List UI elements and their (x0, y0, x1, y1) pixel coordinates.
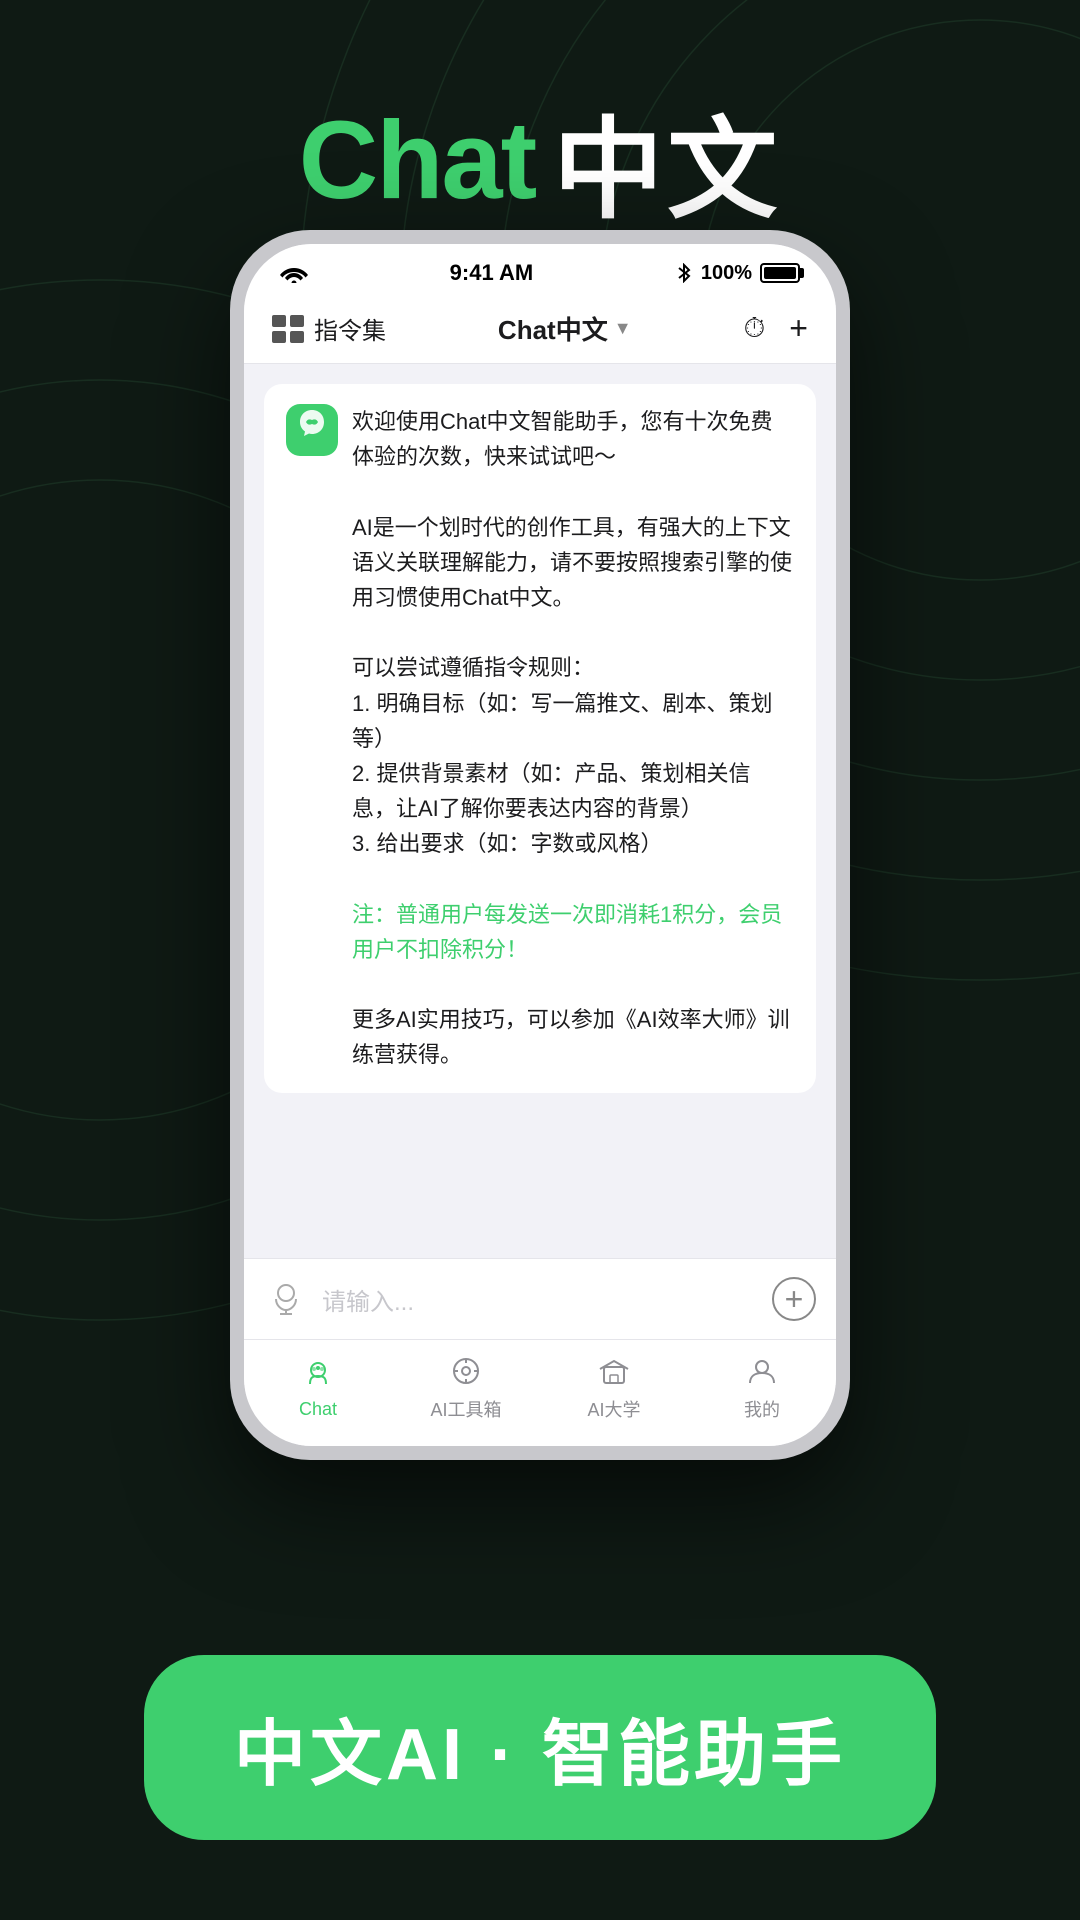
status-left (280, 263, 308, 283)
nav-title[interactable]: Chat中文 ▼ (498, 310, 632, 347)
battery-icon (760, 263, 800, 283)
status-time: 9:41 AM (450, 260, 534, 286)
nav-title-text: Chat中文 (498, 310, 608, 347)
bluetooth-icon (675, 263, 693, 283)
message-bubble: 欢迎使用Chat中文智能助手，您有十次免费体验的次数，快来试试吧～ AI是一个划… (264, 384, 816, 1093)
tips-label: 可以尝试遵循指令规则： (352, 650, 794, 685)
tab-bar: Chat AI工具箱 (244, 1339, 836, 1446)
welcome-text: 欢迎使用Chat中文智能助手，您有十次免费体验的次数，快来试试吧～ (352, 404, 794, 474)
profile-tab-icon (741, 1350, 783, 1392)
grid-icon (272, 315, 304, 343)
history-icon[interactable]: ⏱ (743, 312, 765, 345)
tip-1: 1. 明确目标（如：写一篇推文、剧本、策划等） (352, 686, 794, 756)
nav-right: ⏱ + (743, 310, 808, 347)
status-bar: 9:41 AM 100% (244, 244, 836, 294)
tab-profile[interactable]: 我的 (722, 1350, 802, 1422)
cta-label: 中文AI · 智能助手 (234, 1715, 846, 1795)
phone-mockup: 9:41 AM 100% 指令集 Chat中文 ▼ (230, 230, 850, 1460)
university-tab-icon (593, 1350, 635, 1392)
tip-3: 3. 给出要求（如：字数或风格） (352, 826, 794, 861)
input-add-icon[interactable]: + (772, 1277, 816, 1321)
chat-area: 欢迎使用Chat中文智能助手，您有十次免费体验的次数，快来试试吧～ AI是一个划… (244, 364, 836, 1258)
bot-avatar (286, 404, 338, 456)
add-icon[interactable]: + (789, 310, 808, 347)
tab-chat[interactable]: Chat (278, 1353, 358, 1420)
nav-title-chevron: ▼ (614, 318, 632, 339)
chat-tab-icon (297, 1353, 339, 1395)
nav-left-label: 指令集 (314, 311, 386, 346)
input-placeholder[interactable]: 请输入... (322, 1282, 758, 1317)
input-bar: 请输入... + (244, 1258, 836, 1339)
cta-button[interactable]: 中文AI · 智能助手 (144, 1655, 936, 1840)
status-right: 100% (675, 262, 800, 285)
header-chat-label: Chat (299, 97, 535, 224)
tab-toolbox[interactable]: AI工具箱 (426, 1350, 506, 1422)
intro-text: AI是一个划时代的创作工具，有强大的上下文语义关联理解能力，请不要按照搜索引擎的… (352, 510, 794, 616)
battery-percent: 100% (701, 262, 752, 285)
notice-text: 注：普通用户每发送一次即消耗1积分，会员用户不扣除积分！ (352, 897, 794, 967)
toolbox-tab-label: AI工具箱 (430, 1396, 501, 1422)
header-chinese-label: 中文 (553, 80, 781, 240)
wifi-icon (280, 263, 308, 283)
bot-icon (296, 407, 328, 453)
tab-university[interactable]: AI大学 (574, 1350, 654, 1422)
message-content: 欢迎使用Chat中文智能助手，您有十次免费体验的次数，快来试试吧～ AI是一个划… (352, 404, 794, 1073)
university-tab-label: AI大学 (587, 1396, 640, 1422)
tip-2: 2. 提供背景素材（如：产品、策划相关信息，让AI了解你要表达内容的背景） (352, 756, 794, 826)
nav-left[interactable]: 指令集 (272, 311, 386, 346)
profile-tab-label: 我的 (744, 1396, 780, 1422)
chat-tab-label: Chat (299, 1399, 337, 1420)
more-tips-text: 更多AI实用技巧，可以参加《AI效率大师》训练营获得。 (352, 1002, 794, 1072)
nav-bar: 指令集 Chat中文 ▼ ⏱ + (244, 294, 836, 364)
toolbox-tab-icon (445, 1350, 487, 1392)
mic-icon[interactable] (264, 1277, 308, 1321)
page-header: Chat 中文 (0, 80, 1080, 240)
